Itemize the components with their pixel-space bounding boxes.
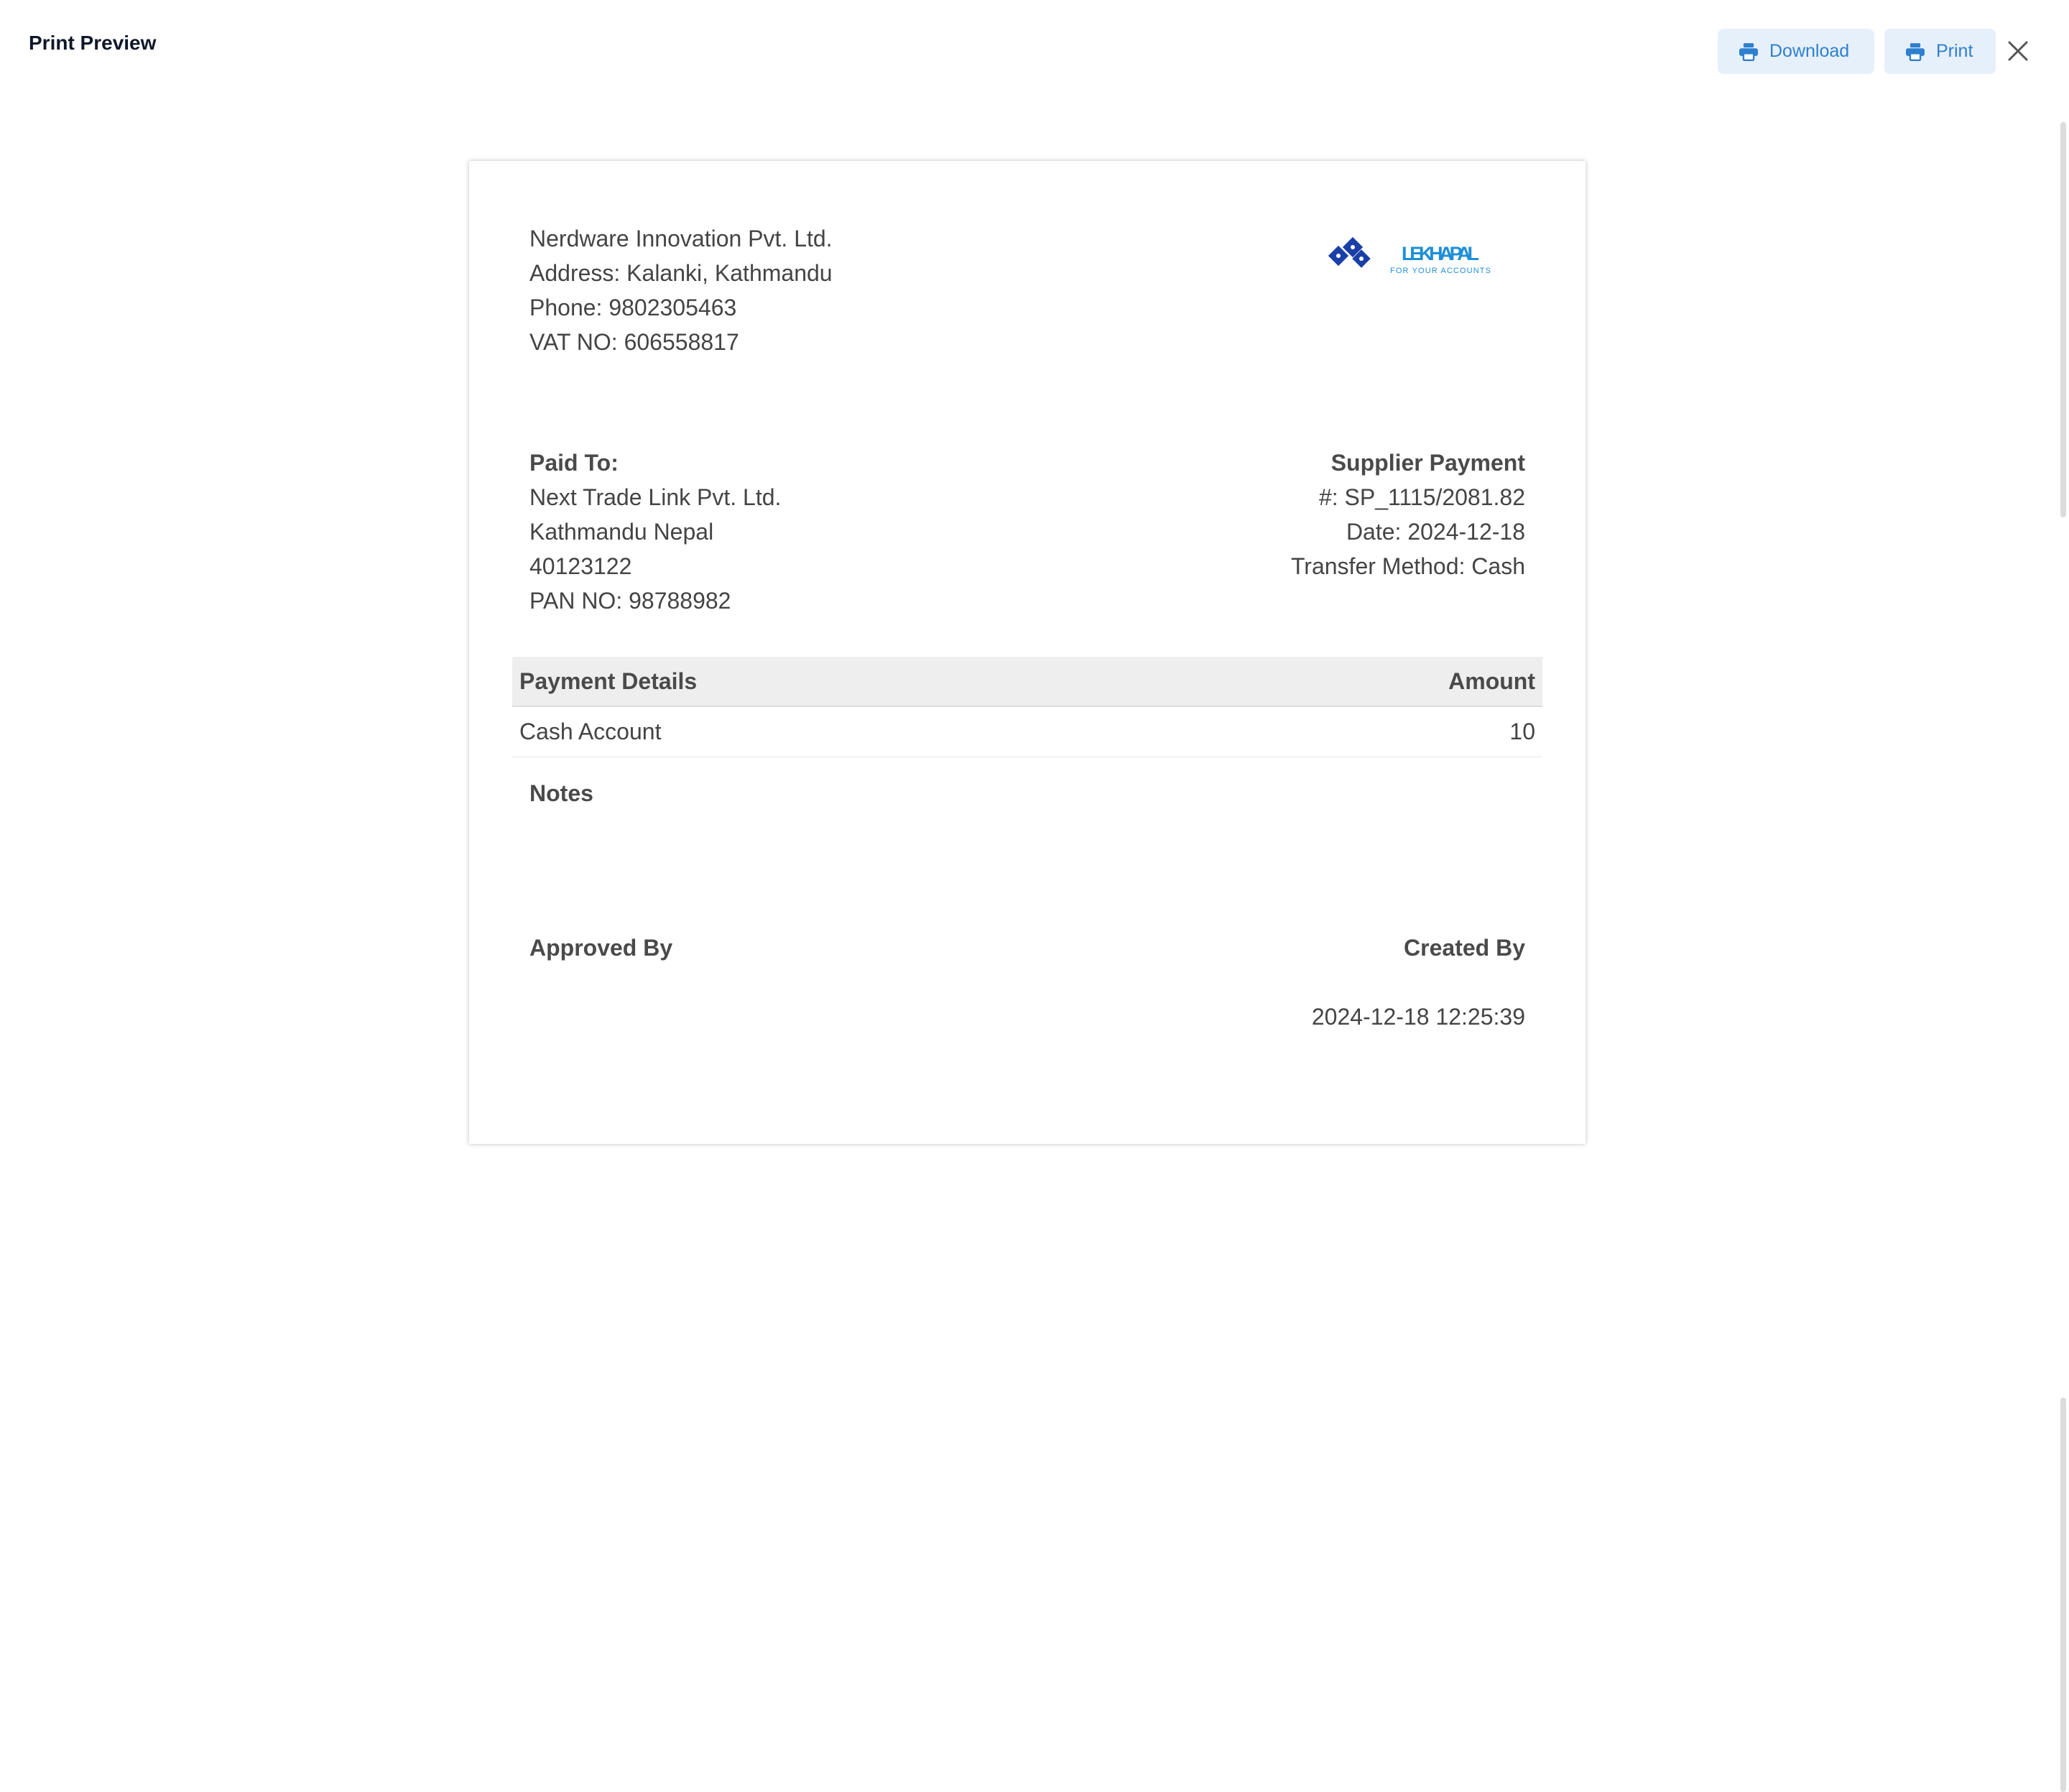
printer-icon: [1906, 42, 1925, 61]
supplier-name: Next Trade Link Pvt. Ltd.: [529, 484, 782, 510]
supplier-pan: PAN NO: 98788982: [529, 588, 731, 614]
voucher-paper: Nerdware Innovation Pvt. Ltd. Address: K…: [469, 161, 1586, 1144]
voucher-info: Supplier Payment #: SP_1115/2081.82 Date…: [1291, 445, 1525, 583]
paid-to-label: Paid To:: [529, 450, 619, 476]
svg-text:LEKHAPAL: LEKHAPAL: [1402, 243, 1479, 264]
company-phone: Phone: 9802305463: [529, 295, 737, 320]
printer-icon: [1739, 42, 1758, 61]
notes-label: Notes: [529, 780, 593, 806]
column-header-payment-details: Payment Details: [519, 668, 698, 694]
voucher-type: Supplier Payment: [1330, 450, 1525, 476]
dialog-title: Print Preview: [29, 32, 157, 54]
close-icon[interactable]: [2007, 40, 2029, 62]
print-preview-dialog: Print Preview Download Print Nerdware In…: [0, 0, 2069, 1792]
created-by-label: Created By: [1404, 935, 1525, 961]
payment-detail-cell: Cash Account: [519, 719, 662, 744]
download-label: Download: [1769, 41, 1850, 61]
voucher-date: Date: 2024-12-18: [1346, 519, 1525, 545]
created-at: 2024-12-18 12:25:39: [1311, 1004, 1525, 1030]
scrollbar-thumb[interactable]: [2060, 122, 2066, 517]
company-logo: LEKHAPAL FOR YOUR ACCOUNTS: [1328, 236, 1491, 275]
column-header-amount: Amount: [1448, 668, 1535, 694]
table-header: Payment Details Amount: [512, 657, 1542, 707]
supplier-address: Kathmandu Nepal: [529, 519, 714, 545]
company-info: Nerdware Innovation Pvt. Ltd. Address: K…: [529, 221, 833, 359]
svg-text:FOR YOUR ACCOUNTS: FOR YOUR ACCOUNTS: [1390, 267, 1491, 275]
voucher-number: #: SP_1115/2081.82: [1318, 484, 1525, 510]
approved-by-label: Approved By: [529, 935, 673, 961]
download-button[interactable]: Download: [1718, 29, 1874, 74]
amount-cell: 10: [1509, 719, 1535, 744]
transfer-method: Transfer Method: Cash: [1290, 553, 1525, 579]
payment-table: Payment Details Amount Cash Account 10: [512, 657, 1542, 757]
company-address: Address: Kalanki, Kathmandu: [529, 260, 833, 286]
company-name: Nerdware Innovation Pvt. Ltd.: [529, 226, 833, 251]
scrollbar-thumb-lower[interactable]: [2060, 1398, 2066, 1792]
company-vat: VAT NO: 606558817: [529, 329, 739, 355]
print-button[interactable]: Print: [1884, 29, 1996, 74]
supplier-number: 40123122: [529, 553, 632, 579]
paid-to-block: Paid To: Next Trade Link Pvt. Ltd. Kathm…: [529, 445, 781, 618]
table-row: Cash Account 10: [512, 707, 1542, 757]
print-label: Print: [1936, 41, 1973, 61]
